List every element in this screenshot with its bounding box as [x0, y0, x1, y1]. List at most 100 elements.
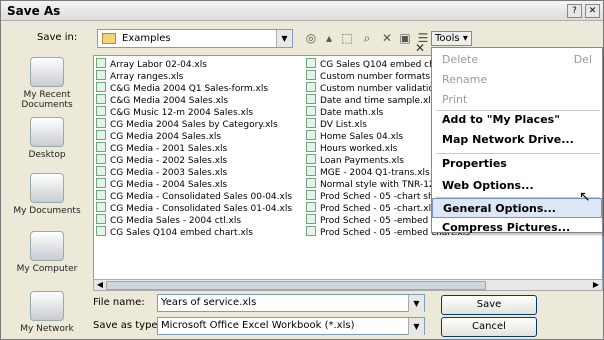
file-name: Array ranges.xls — [110, 72, 184, 82]
file-item[interactable]: CG Media - 2004 Sales.xls — [96, 178, 292, 190]
excel-file-icon — [96, 226, 106, 236]
excel-file-icon — [306, 58, 316, 68]
close-button[interactable]: ✕ — [585, 4, 600, 18]
file-name: C&G Media 2004 Q1 Sales-form.xls — [110, 84, 269, 94]
menu-item[interactable]: Print — [432, 90, 602, 110]
excel-file-icon — [96, 106, 106, 116]
file-name: CG Media - 2002 Sales.xls — [110, 156, 228, 166]
menu-separator — [436, 110, 600, 111]
new-folder-icon[interactable]: ▣ — [397, 31, 413, 46]
excel-file-icon — [96, 154, 106, 164]
menu-item[interactable]: Rename — [432, 70, 602, 90]
cancel-button[interactable]: Cancel — [441, 317, 537, 337]
file-item[interactable]: C&G Media 2004 Q1 Sales-form.xls — [96, 82, 292, 94]
scroll-right-icon[interactable]: ▶ — [590, 280, 602, 290]
title-bar: Save As ? ✕ — [1, 1, 603, 21]
horizontal-scrollbar[interactable]: ◀ ▶ — [93, 279, 603, 291]
file-item[interactable]: CG Media - Consolidated Sales 00-04.xls — [96, 190, 292, 202]
back-icon[interactable]: ◎ — [303, 31, 319, 46]
place-my-documents[interactable]: My Documents — [7, 173, 87, 216]
file-item[interactable]: CG Media Sales - 2004 ctl.xls — [96, 214, 292, 226]
file-item[interactable]: CG Media 2004 Sales by Category.xls — [96, 118, 292, 130]
file-name: CG Media 2004 Sales.xls — [110, 132, 222, 142]
folder-icon — [102, 33, 116, 44]
menu-item[interactable]: General Options... — [432, 198, 602, 218]
save-in-dropdown[interactable]: Examples ▼ — [97, 29, 293, 48]
place-label: My Computer — [16, 264, 78, 274]
file-name: Hours worked.xls — [320, 144, 398, 154]
my-computer-icon — [30, 231, 64, 261]
menu-item[interactable]: Web Options... — [432, 176, 602, 196]
file-name: CG Media - 2004 Sales.xls — [110, 180, 228, 190]
close-icon[interactable]: ✕ — [415, 41, 425, 55]
excel-file-icon — [306, 94, 316, 104]
file-item[interactable]: CG Media - Consolidated Sales 01-04.xls — [96, 202, 292, 214]
file-item[interactable]: CG Media - 2003 Sales.xls — [96, 166, 292, 178]
place-label: My Network — [20, 324, 74, 334]
file-item[interactable]: Array Labor 02-04.xls — [96, 58, 292, 70]
delete-icon[interactable]: ✕ — [379, 31, 395, 46]
file-name-input[interactable]: Years of service.xls ▼ — [157, 294, 425, 312]
place-recent[interactable]: My Recent Documents — [7, 57, 87, 110]
excel-file-icon — [96, 118, 106, 128]
file-name-label: File name: — [93, 297, 145, 308]
save-type-dropdown[interactable]: Microsoft Office Excel Workbook (*.xls) … — [157, 317, 425, 335]
tools-menu-button[interactable]: Tools ▾ — [431, 31, 472, 46]
excel-file-icon — [96, 58, 106, 68]
menu-item-shortcut: Del — [573, 53, 592, 66]
help-button[interactable]: ? — [567, 4, 582, 18]
file-name: Prod Sched - 05 -chart sh — [320, 192, 434, 202]
file-name-value: Years of service.xls — [161, 297, 257, 308]
scroll-left-icon[interactable]: ◀ — [94, 280, 106, 290]
recent-documents-icon — [30, 57, 64, 87]
chevron-down-icon[interactable]: ▼ — [408, 318, 424, 335]
excel-file-icon — [96, 202, 106, 212]
excel-file-icon — [306, 70, 316, 80]
save-button[interactable]: Save — [441, 295, 537, 315]
file-name: CG Media 2004 Sales by Category.xls — [110, 120, 278, 130]
save-type-label: Save as type: — [93, 320, 161, 331]
excel-file-icon — [96, 82, 106, 92]
menu-item-label: General Options... — [443, 202, 556, 215]
chevron-down-icon[interactable]: ▼ — [276, 30, 292, 47]
dialog-title: Save As — [7, 4, 61, 18]
excel-file-icon — [306, 82, 316, 92]
menu-item[interactable]: Properties — [432, 154, 602, 174]
excel-file-icon — [306, 118, 316, 128]
menu-item[interactable]: Compress Pictures... — [432, 218, 602, 238]
menu-item[interactable]: Delete Del — [432, 50, 602, 70]
menu-item[interactable]: Map Network Drive... — [432, 130, 602, 150]
file-name: Date and time sample.xls — [320, 96, 436, 106]
excel-file-icon — [306, 166, 316, 176]
place-my-network[interactable]: My Network — [7, 291, 87, 334]
menu-separator — [436, 197, 600, 198]
excel-file-icon — [96, 166, 106, 176]
excel-file-icon — [306, 106, 316, 116]
file-name: Prod Sched - 05 -chart.xls — [320, 204, 436, 214]
chevron-down-icon[interactable]: ▼ — [408, 295, 424, 312]
excel-file-icon — [96, 142, 106, 152]
file-item[interactable]: CG Media - 2002 Sales.xls — [96, 154, 292, 166]
file-item[interactable]: Array ranges.xls — [96, 70, 292, 82]
excel-file-icon — [96, 130, 106, 140]
save-as-dialog: Save As ? ✕ Save in: Examples ▼ ◎ ▴ ⬚ ⌕ … — [0, 0, 604, 340]
file-item[interactable]: CG Media 2004 Sales.xls — [96, 130, 292, 142]
file-item[interactable]: C&G Media 2004 Sales.xls — [96, 94, 292, 106]
scroll-thumb[interactable] — [106, 281, 486, 290]
up-folder-icon[interactable]: ▴ — [321, 31, 337, 46]
tools-menu: Delete Del Rename Print Add to "My Places" Ma… — [431, 47, 603, 234]
excel-file-icon — [306, 178, 316, 188]
file-item[interactable]: CG Media - 2001 Sales.xls — [96, 142, 292, 154]
place-my-computer[interactable]: My Computer — [7, 231, 87, 274]
place-desktop[interactable]: Desktop — [7, 117, 87, 160]
file-column-left: Array Labor 02-04.xls Array ranges.xls C&G… — [96, 58, 292, 238]
menu-item[interactable]: Add to "My Places" — [432, 110, 602, 130]
excel-file-icon — [96, 178, 106, 188]
excel-file-icon — [306, 154, 316, 164]
place-label: My Recent Documents — [21, 90, 73, 110]
mouse-cursor-icon: ↖ — [579, 189, 591, 205]
file-item[interactable]: CG Sales Q104 embed chart.xls — [96, 226, 292, 238]
file-item[interactable]: C&G Music 12-m 2004 Sales.xls — [96, 106, 292, 118]
up-one-level-icon[interactable]: ⬚ — [339, 31, 355, 46]
search-web-icon[interactable]: ⌕ — [359, 31, 375, 46]
